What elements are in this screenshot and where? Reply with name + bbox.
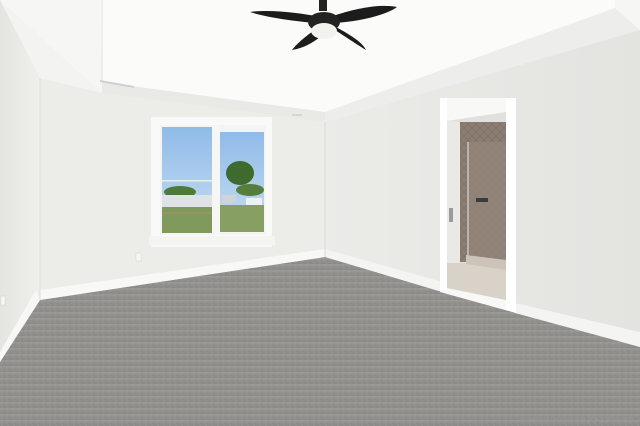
power-outlet-icon: [135, 252, 142, 262]
power-outlet-icon: [0, 295, 6, 306]
listing-watermark: Property of Lakeside Pine REALTORS® 2025: [520, 417, 634, 423]
bathroom-doorway: [440, 98, 516, 313]
window: [149, 117, 275, 247]
empty-bedroom-photo: [0, 0, 640, 426]
tree: [226, 161, 254, 185]
ceiling-vent: [292, 114, 302, 116]
door-handle: [449, 208, 453, 222]
fan-light: [311, 23, 337, 39]
